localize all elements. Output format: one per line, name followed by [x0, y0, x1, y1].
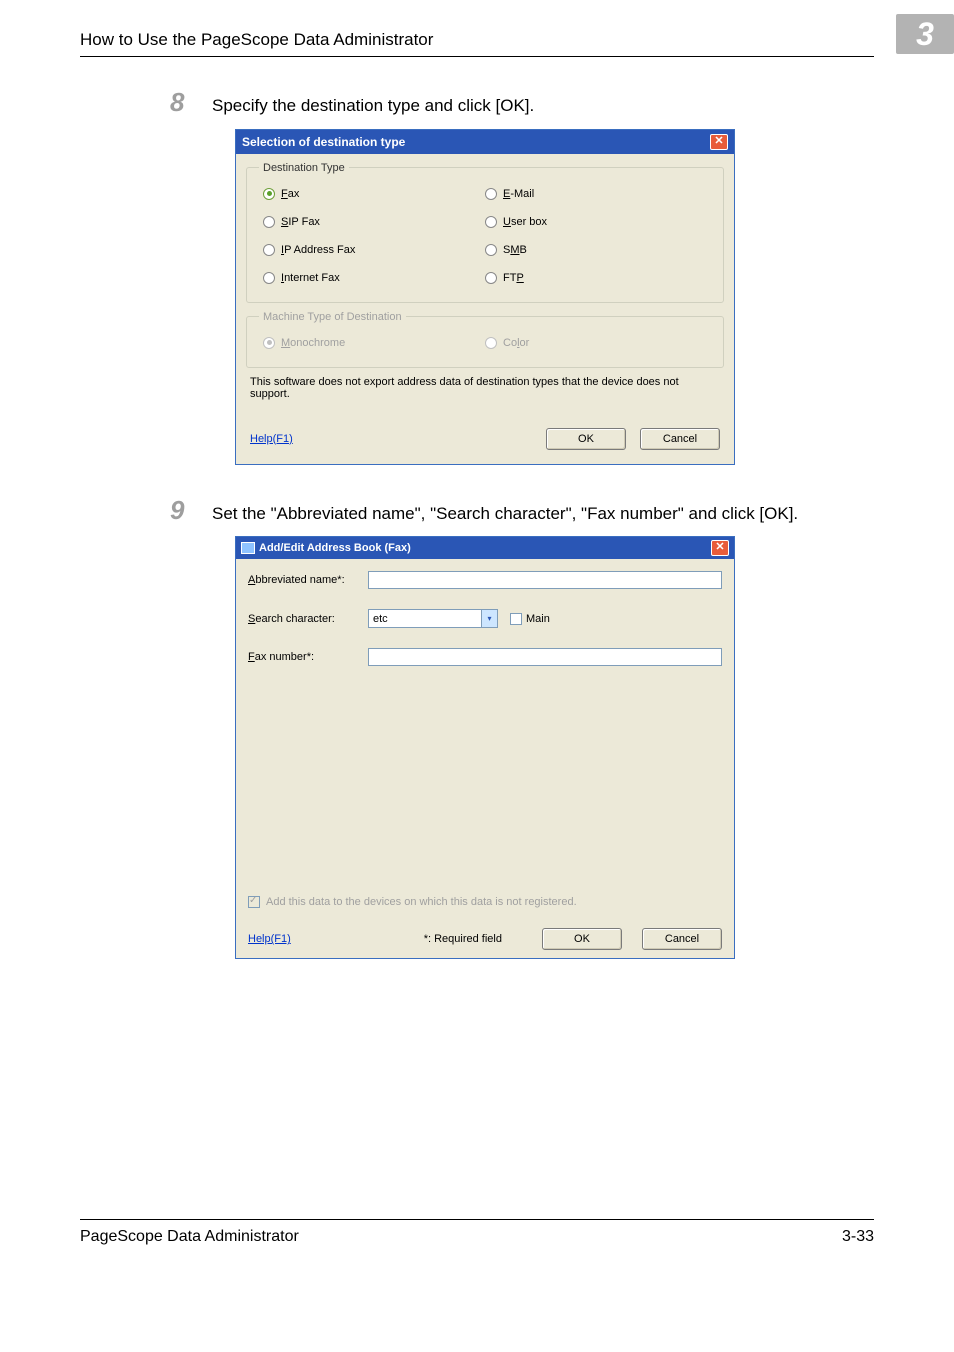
group-destination-type-legend: Destination Type — [259, 162, 349, 174]
radio-userbox-label: User box — [503, 216, 547, 228]
fax-number-label: Fax number*: — [248, 651, 368, 663]
radio-ipaddress[interactable] — [263, 244, 275, 256]
radio-ftp[interactable] — [485, 272, 497, 284]
radio-internetfax[interactable] — [263, 272, 275, 284]
group-machine-type-legend: Machine Type of Destination — [259, 311, 406, 323]
radio-userbox[interactable] — [485, 216, 497, 228]
dialog1-title: Selection of destination type — [242, 135, 405, 149]
radio-email[interactable] — [485, 188, 497, 200]
cancel-button[interactable]: Cancel — [642, 928, 722, 950]
footer-left: PageScope Data Administrator — [80, 1228, 299, 1246]
step-9-text: Set the "Abbreviated name", "Search char… — [212, 502, 798, 527]
radio-ipaddress-label: IP Address Fax — [281, 244, 355, 256]
dialog2-title: Add/Edit Address Book (Fax) — [241, 542, 411, 554]
close-icon[interactable]: ✕ — [711, 540, 729, 556]
radio-sip[interactable] — [263, 216, 275, 228]
help-link[interactable]: Help(F1) — [248, 933, 291, 945]
dialog-add-edit-address-book: Add/Edit Address Book (Fax) ✕ Abbreviate… — [235, 536, 735, 959]
fax-number-input[interactable] — [368, 648, 722, 666]
search-character-value: etc — [373, 613, 388, 625]
required-field-label: *: Required field — [424, 933, 502, 945]
ok-button[interactable]: OK — [542, 928, 622, 950]
search-character-label: Search character: — [248, 613, 368, 625]
radio-email-label: E-Mail — [503, 188, 534, 200]
radio-color-label: Color — [503, 337, 529, 349]
cancel-button[interactable]: Cancel — [640, 428, 720, 450]
radio-sip-label: SIP Fax — [281, 216, 320, 228]
chapter-badge: 3 — [896, 14, 954, 54]
abbreviated-name-label: Abbreviated name*: — [248, 574, 368, 586]
main-checkbox-label: Main — [526, 613, 550, 625]
search-character-select[interactable]: etc ▾ — [368, 609, 498, 628]
ok-button[interactable]: OK — [546, 428, 626, 450]
radio-internetfax-label: Internet Fax — [281, 272, 340, 284]
radio-fax[interactable] — [263, 188, 275, 200]
radio-monochrome — [263, 337, 275, 349]
abbreviated-name-input[interactable] — [368, 571, 722, 589]
radio-monochrome-label: Monochrome — [281, 337, 345, 349]
step-8-text: Specify the destination type and click [… — [212, 94, 534, 119]
radio-smb-label: SMB — [503, 244, 527, 256]
radio-fax-label: Fax — [281, 188, 299, 200]
radio-ftp-label: FTP — [503, 272, 524, 284]
page-header-title: How to Use the PageScope Data Administra… — [80, 30, 433, 50]
addressbook-icon — [241, 542, 255, 554]
add-data-checkbox — [248, 896, 260, 908]
step-9-number: 9 — [170, 495, 212, 526]
main-checkbox[interactable] — [510, 613, 522, 625]
radio-color — [485, 337, 497, 349]
dialog-selection-destination-type: Selection of destination type ✕ Destinat… — [235, 129, 735, 465]
help-link[interactable]: Help(F1) — [250, 433, 293, 445]
chevron-down-icon[interactable]: ▾ — [481, 610, 497, 627]
dialog1-note: This software does not export address da… — [250, 376, 720, 400]
step-8-number: 8 — [170, 87, 212, 118]
radio-smb[interactable] — [485, 244, 497, 256]
footer-page-number: 3-33 — [842, 1228, 874, 1246]
close-icon[interactable]: ✕ — [710, 134, 728, 150]
add-data-note: Add this data to the devices on which th… — [266, 896, 577, 908]
